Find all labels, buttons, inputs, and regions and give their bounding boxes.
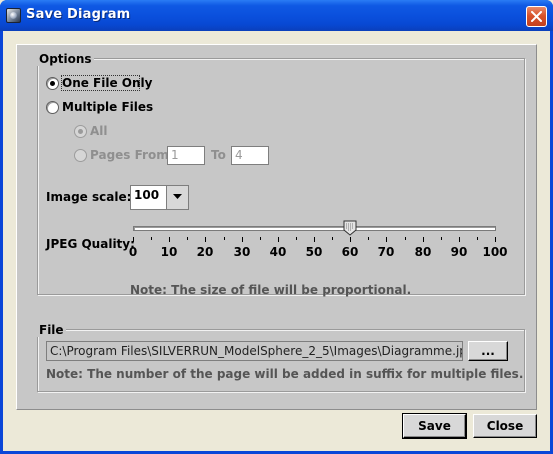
browse-button[interactable]: ... (468, 341, 508, 361)
slider-tick (368, 237, 369, 240)
slider-tick (477, 237, 478, 240)
slider-tick (242, 237, 243, 242)
file-legend: File (37, 323, 66, 337)
slider-tick (296, 237, 297, 240)
slider-tick (423, 237, 424, 242)
all-pages-label[interactable]: All (90, 124, 108, 138)
file-note: Note: The number of the page will be add… (46, 367, 524, 381)
close-icon (531, 11, 542, 22)
slider-tick (278, 237, 279, 242)
slider-tick (224, 237, 225, 240)
dialog-body: Options One File Only Multiple Files All… (3, 31, 550, 451)
options-group (37, 58, 525, 295)
image-scale-label: Image scale: (46, 190, 132, 204)
slider-tick (169, 237, 170, 242)
slider-tick (441, 237, 442, 240)
title-bar[interactable]: Save Diagram (0, 0, 553, 31)
slider-tick-label: 70 (377, 245, 395, 259)
one-file-only-radio[interactable] (46, 77, 59, 90)
slider-tick (386, 237, 387, 242)
multiple-files-label[interactable]: Multiple Files (62, 100, 153, 114)
close-button[interactable]: Close (473, 414, 537, 438)
slider-tick (332, 237, 333, 240)
one-file-only-label[interactable]: One File Only (62, 76, 152, 90)
slider-tick (205, 237, 206, 242)
image-scale-dropdown-button[interactable] (166, 186, 188, 209)
chevron-down-icon (173, 194, 182, 199)
slider-tick-label: 80 (414, 245, 432, 259)
all-pages-radio[interactable] (74, 125, 87, 138)
slider-tick (151, 237, 152, 240)
diagram-app-icon (6, 8, 21, 23)
size-note: Note: The size of file will be proportio… (130, 283, 412, 297)
slider-tick-label: 20 (196, 245, 214, 259)
slider-tick-label: 0 (128, 245, 138, 259)
slider-tick (459, 237, 460, 242)
slider-tick-label: 40 (269, 245, 287, 259)
window-close-button[interactable] (526, 6, 547, 27)
slider-tick (260, 237, 261, 240)
slider-tick-label: 10 (160, 245, 178, 259)
file-path-field[interactable]: C:\Program Files\SILVERRUN_ModelSphere_2… (46, 341, 463, 361)
save-diagram-window: Save Diagram Options One File Only Multi… (0, 0, 553, 454)
slider-thumb-icon[interactable] (343, 220, 357, 236)
slider-track[interactable] (133, 226, 496, 231)
pages-to-label: To (211, 148, 226, 162)
image-scale-combobox[interactable]: 100 (130, 185, 189, 210)
content-panel: Options One File Only Multiple Files All… (16, 44, 537, 410)
slider-tick (495, 237, 496, 242)
slider-tick (350, 237, 351, 242)
slider-tick (314, 237, 315, 242)
slider-tick-label: 30 (233, 245, 251, 259)
pages-from-radio[interactable] (74, 149, 87, 162)
image-scale-value: 100 (134, 188, 160, 202)
pages-from-input[interactable]: 1 (167, 146, 205, 165)
slider-tick (133, 237, 134, 242)
multiple-files-radio[interactable] (46, 101, 59, 114)
slider-tick-label: 50 (305, 245, 323, 259)
slider-tick-label: 100 (482, 245, 508, 259)
slider-tick-label: 60 (341, 245, 359, 259)
slider-tick (187, 237, 188, 240)
pages-from-label[interactable]: Pages From (90, 148, 169, 162)
options-legend: Options (37, 52, 94, 66)
pages-to-input[interactable]: 4 (231, 146, 269, 165)
save-button[interactable]: Save (402, 413, 467, 439)
slider-tick-label: 90 (450, 245, 468, 259)
slider-tick (405, 237, 406, 240)
window-title: Save Diagram (26, 7, 131, 22)
